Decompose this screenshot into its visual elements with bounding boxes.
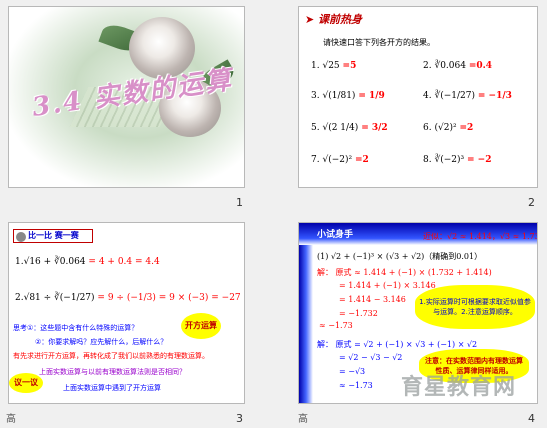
solution-line: 解： 原式 ≈ 1.414 + (−1) × (1.732 + 1.414) bbox=[317, 268, 492, 277]
approx-note: 近似：√2 ≈ 1.414，√3 ≈ 1.732 bbox=[423, 232, 538, 241]
solution-line: = 1.414 + (−1) × 3.146 bbox=[339, 281, 436, 290]
slide-1[interactable]: 3.4 实数的运算 bbox=[8, 6, 245, 188]
watermark: 育星教育网 bbox=[401, 375, 517, 400]
callout-bubble: 开方运算 bbox=[181, 313, 221, 339]
solution-line: = −1.732 bbox=[339, 309, 378, 318]
exercise-item: 2. ∛0.064 =0.4 bbox=[423, 61, 493, 71]
slide-4[interactable]: 小试身手 近似：√2 ≈ 1.414，√3 ≈ 1.732 (1) √2 + (… bbox=[298, 222, 538, 404]
exercise-line: 2.√81 ÷ ∛(−1/27) = 9 ÷ (−1/3) = 9 × (−3)… bbox=[15, 293, 241, 303]
section-heading: 小试身手 bbox=[317, 230, 354, 240]
slide-number: 3 bbox=[236, 412, 243, 425]
solution-line: ≈ −1.73 bbox=[319, 321, 353, 330]
problem-text: (1) √2 + (−1)³ × (√3 + √2)（精确到0.01） bbox=[317, 252, 483, 261]
rule-text: 上面实数运算中遇到了开方运算 bbox=[63, 384, 161, 392]
section-heading: ➤ 课前热身 bbox=[305, 13, 363, 26]
solution-line: = √2 − √3 − √2 bbox=[339, 353, 403, 362]
think-question: 思考①：这些题中含有什么特殊的运算？ bbox=[13, 324, 139, 332]
side-band bbox=[299, 245, 313, 403]
rule-text: 有先求进行开方运算，再转化成了我们以前熟悉的有理数运算。 bbox=[13, 352, 209, 360]
instruction-text: 请快速口答下列各开方的结果。 bbox=[323, 38, 435, 47]
slide-3[interactable]: 比一比 赛一赛 1.√16 + ∛0.064 = 4 + 0.4 = 4.4 2… bbox=[8, 222, 245, 404]
footer-mark: 高 bbox=[298, 414, 308, 425]
exercise-item: 3. √(1/81) = 1/9 bbox=[311, 91, 385, 101]
slide-2[interactable]: ➤ 课前热身 请快速口答下列各开方的结果。 1. √25 =5 2. ∛0.06… bbox=[298, 6, 538, 188]
solution-line: = −√3 bbox=[339, 367, 366, 376]
exercise-item: 8. ∛(−2)³ = −2 bbox=[423, 155, 492, 165]
callout-bubble: 议一议 bbox=[9, 373, 43, 393]
footer-mark: 高 bbox=[6, 414, 16, 425]
exercise-line: 1.√16 + ∛0.064 = 4 + 0.4 = 4.4 bbox=[15, 257, 160, 267]
solution-line: = 1.414 − 3.146 bbox=[339, 295, 406, 304]
callout-bubble: 1.实际运算时可根据要求取近似值参与运算。2.注意运算顺序。 bbox=[415, 285, 535, 329]
slide-number: 2 bbox=[528, 196, 535, 209]
solution-line: ≈ −1.73 bbox=[339, 381, 373, 390]
section-tag: 比一比 赛一赛 bbox=[13, 229, 93, 243]
exercise-item: 6. (√2)² =2 bbox=[423, 123, 474, 133]
exercise-item: 4. ∛(−1/27) = −1/3 bbox=[423, 91, 512, 101]
slide-number: 1 bbox=[236, 196, 243, 209]
think-question: ②：你要求解吗？应先解什么，后解什么？ bbox=[35, 338, 168, 346]
slide-number: 4 bbox=[528, 412, 535, 425]
exercise-item: 5. √(2 1/4) = 3/2 bbox=[311, 123, 388, 133]
rule-text: 上面实数运算与以前有理数运算法则是否相同？ bbox=[39, 368, 186, 376]
exercise-item: 1. √25 =5 bbox=[311, 61, 357, 71]
bullet-icon bbox=[16, 232, 26, 242]
exercise-item: 7. √(−2)² =2 bbox=[311, 155, 369, 165]
slide-grid: 3.4 实数的运算 1 ➤ 课前热身 请快速口答下列各开方的结果。 1. √25… bbox=[0, 0, 547, 428]
